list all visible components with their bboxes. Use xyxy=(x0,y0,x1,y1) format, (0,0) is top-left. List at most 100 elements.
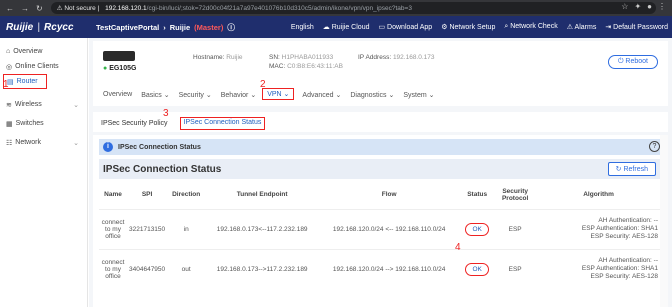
cell-name: connect to my office xyxy=(99,208,127,249)
logo-secondary: Rcycc xyxy=(44,21,74,33)
info-circle-icon: i xyxy=(103,142,113,152)
card-title: IPSec Connection Status xyxy=(103,163,222,175)
menu-security[interactable]: Security ⌄ xyxy=(179,91,221,100)
breadcrumb-role: (Master) xyxy=(194,22,224,32)
annotation-marker-1: 1 xyxy=(3,79,9,90)
sidebar-item-wireless[interactable]: ≋ Wireless ⌄ xyxy=(0,97,87,112)
status-badge: OK xyxy=(465,262,489,276)
tab-ipsec-security-policy[interactable]: IPSec Security Policy xyxy=(101,120,168,132)
annotation-marker-3: 3 xyxy=(163,108,169,119)
menu-behavior-label: Behavior xyxy=(220,92,249,99)
device-model: ● EG105G xyxy=(103,65,136,72)
reboot-label: Reboot xyxy=(625,58,648,65)
scrollbar[interactable] xyxy=(660,135,668,307)
menu-overview[interactable]: Overview xyxy=(103,91,141,100)
cell-spi: 3221713150 xyxy=(127,208,168,249)
language-select[interactable]: English xyxy=(291,24,314,31)
online-dot-icon: ● xyxy=(103,65,108,72)
main-area: ● EG105G Hostname: Ruijie SN: H1PHABA011… xyxy=(89,38,672,307)
network-setup-link[interactable]: ⚙ Network Setup xyxy=(441,23,495,31)
col-tunnel-endpoint: Tunnel Endpoint xyxy=(236,191,288,199)
menu-basics-label: Basics xyxy=(141,92,162,99)
cell-flow: 192.168.120.0/24 --> 192.168.110.0/24 xyxy=(319,248,460,289)
tab-ipsec-connection-status[interactable]: IPSec Connection Status xyxy=(179,117,266,130)
menu-behavior[interactable]: Behavior ⌄ xyxy=(221,91,265,100)
menu-basics[interactable]: Basics ⌄ xyxy=(141,91,178,100)
annotation-marker-2: 2 xyxy=(260,79,266,90)
col-security-protocol: Security Protocol xyxy=(501,187,529,202)
cell-spi: 3404647950 xyxy=(127,248,168,289)
profile-icon[interactable]: ● xyxy=(647,2,652,11)
info-banner: i IPSec Connection Status xyxy=(99,139,662,155)
download-app-label: Download App xyxy=(387,24,433,31)
sidebar-item-switches[interactable]: ▦ Switches xyxy=(0,116,87,131)
sidebar-item-label: Overview xyxy=(13,48,43,55)
cell-protocol: ESP xyxy=(495,248,536,289)
ipsec-status-table: Name SPI Direction Tunnel Endpoint Flow … xyxy=(99,181,662,289)
network-icon: ☷ xyxy=(6,139,13,147)
menu-vpn-label: VPN xyxy=(267,91,282,98)
mac-value: C0:B8:E6:43:11:AB xyxy=(287,63,343,70)
ruijie-cloud-link[interactable]: ☁ Ruijie Cloud xyxy=(323,23,370,31)
default-password-link[interactable]: ⇥ Default Password xyxy=(605,23,668,31)
cell-algorithm: AH Authentication: -- ESP Authentication… xyxy=(535,248,662,289)
refresh-button[interactable]: ↻ Refresh xyxy=(607,162,656,176)
info-icon[interactable]: ⓘ xyxy=(227,22,235,33)
device-sn-mac: SN: H1PHABA011933 MAC: C0:B8:E6:43:11:AB xyxy=(269,53,343,71)
sidebar-item-label: Online Clients xyxy=(15,63,59,70)
network-check-link[interactable]: ⌕ Network Check xyxy=(504,23,557,31)
reload-icon[interactable]: ↻ xyxy=(36,4,43,13)
chevron-down-icon: ⌄ xyxy=(73,101,79,109)
col-name: Name xyxy=(104,191,122,199)
star-icon[interactable]: ☆ xyxy=(621,2,628,11)
address-bar[interactable]: ⚠ Not secure | 192.168.120.1 /cgi-bin/lu… xyxy=(50,2,656,14)
table-row: connect to my office 3221713150 in 192.1… xyxy=(99,208,662,249)
menu-advanced[interactable]: Advanced ⌄ xyxy=(302,91,350,100)
network-check-label: Network Check xyxy=(510,23,558,30)
breadcrumb-chevron-icon: › xyxy=(163,22,166,32)
sn-label: SN: xyxy=(269,54,280,61)
mac-label: MAC: xyxy=(269,63,286,70)
alg-esp-sec: ESP Security: AES-128 xyxy=(590,273,658,281)
breadcrumb-portal[interactable]: TestCaptivePortal xyxy=(96,23,159,32)
back-icon[interactable]: ← xyxy=(6,4,14,13)
logo-primary: Ruijie xyxy=(6,21,34,33)
browser-extensions: ☆ ✦ ● ⋮ xyxy=(621,2,666,11)
ip-value: 192.168.0.173 xyxy=(392,54,435,61)
col-spi: SPI xyxy=(141,191,153,199)
sidebar-item-network[interactable]: ☷ Network ⌄ xyxy=(0,135,87,150)
menu-diagnostics[interactable]: Diagnostics ⌄ xyxy=(350,91,403,100)
cell-status: OK xyxy=(459,248,496,289)
cell-protocol: ESP xyxy=(495,208,536,249)
device-panel: ● EG105G Hostname: Ruijie SN: H1PHABA011… xyxy=(93,41,668,106)
browser-bar: ← → ↻ ⚠ Not secure | 192.168.120.1 /cgi-… xyxy=(0,0,672,16)
url-path: /cgi-bin/luci/;stok=72d00c04f21a7a97e401… xyxy=(146,4,412,12)
cell-status: OK xyxy=(459,208,496,249)
alarms-link[interactable]: ⚠ Alarms xyxy=(567,23,597,31)
breadcrumb-device[interactable]: Ruijie xyxy=(170,23,190,32)
sidebar-item-router[interactable]: ▤ Router xyxy=(3,74,47,89)
device-hostname: Hostname: Ruijie xyxy=(193,53,243,62)
forward-icon[interactable]: → xyxy=(21,4,29,13)
menu-icon[interactable]: ⋮ xyxy=(658,2,666,11)
extension-icon[interactable]: ✦ xyxy=(634,2,641,11)
menu-vpn[interactable]: VPN ⌄ xyxy=(262,88,295,100)
not-secure-text: Not secure xyxy=(64,5,96,12)
help-icon[interactable]: ? xyxy=(649,141,660,152)
hostname-value: Ruijie xyxy=(226,54,243,61)
device-model-text: EG105G xyxy=(109,65,137,72)
url-host: 192.168.120.1 xyxy=(105,4,147,12)
ruijie-cloud-label: Ruijie Cloud xyxy=(331,24,370,31)
sidebar-item-overview[interactable]: ⌂ Overview xyxy=(0,44,87,59)
app-header: Ruijie | Rcycc TestCaptivePortal › Ruiji… xyxy=(0,16,672,38)
subtab-bar: IPSec Security Policy IPSec Connection S… xyxy=(93,112,668,132)
sidebar-item-label: Switches xyxy=(15,120,44,127)
sidebar-item-online-clients[interactable]: ◎ Online Clients xyxy=(0,59,87,74)
reboot-button[interactable]: ⏻ Reboot xyxy=(607,55,658,69)
banner-title: IPSec Connection Status xyxy=(118,143,201,151)
annotation-marker-4: 4 xyxy=(455,242,461,253)
menu-system[interactable]: System ⌄ xyxy=(403,91,443,100)
content-panel: i IPSec Connection Status ? IPSec Connec… xyxy=(93,135,668,307)
default-password-label: Default Password xyxy=(613,24,668,31)
download-app-link[interactable]: ▭ Download App xyxy=(378,23,432,31)
